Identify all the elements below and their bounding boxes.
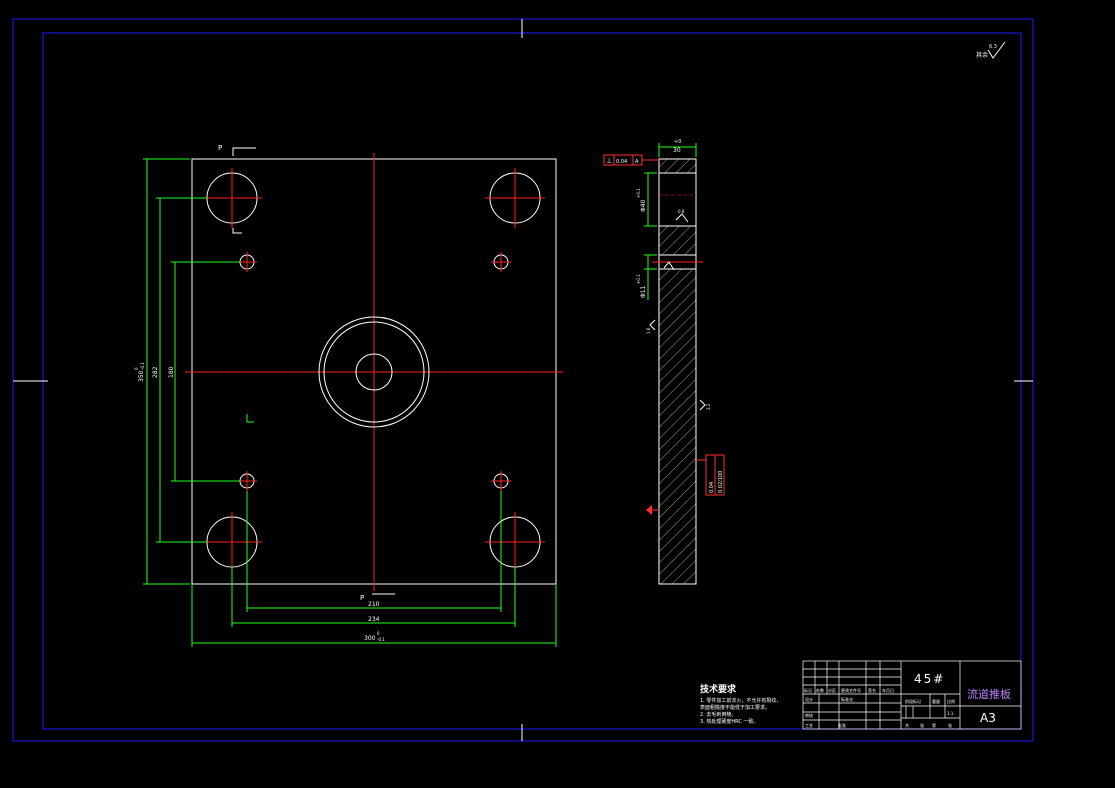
tb-std: 标准化 [841, 696, 853, 702]
cad-drawing-canvas: 其余 6.3 P P 210 234 300 0 -0.1 350 0 -0.1… [12, 18, 1034, 742]
dim-300-tol-upper: 0 [377, 631, 380, 636]
perp-value: 0.02/100 [718, 471, 724, 493]
tb-count: 处数 [816, 687, 824, 693]
side-bore-tol: +0.1 [636, 188, 641, 198]
tb-sheet: 共 [905, 722, 909, 728]
side-view-section [652, 158, 703, 585]
dim-350-tol-lower: -0.1 [140, 362, 145, 370]
tb-sheet4: 张 [948, 722, 952, 728]
flatness-value: 0.04 [616, 159, 627, 165]
tb-weight: 重量 [932, 698, 940, 704]
flatness-datum: A [635, 159, 639, 165]
side-thickness: 30 [673, 147, 681, 154]
tb-review: 审核 [805, 712, 813, 718]
sheet-size-label: A3 [980, 711, 996, 725]
section-mark-top: P [218, 144, 222, 152]
tech-req-title: 技术要求 [700, 683, 737, 695]
tb-zone: 分区 [828, 687, 836, 693]
tb-doc: 更改文件号 [841, 687, 861, 693]
roughness-b: 1.6 [646, 327, 651, 334]
material-label: 45# [914, 672, 945, 686]
dim-282: 282 [152, 366, 159, 378]
tb-approve: 批准 [838, 722, 846, 728]
datum-a-mark [646, 505, 659, 515]
outer-border [12, 18, 1034, 742]
side-thickness-tol: +0 [674, 139, 681, 145]
parallelism-frame: 0.04 0.02/100 [696, 454, 725, 496]
finish-value: 6.3 [989, 44, 997, 50]
finish-prefix: 其余 [976, 51, 988, 59]
tb-scale-value: 1:1 [947, 711, 954, 716]
dim-234: 234 [368, 616, 380, 623]
dim-300-tol-lower: -0.1 [377, 637, 385, 642]
dim-350: 350 [138, 370, 145, 382]
tech-req-2: 2. 去毛刺倒棱。 [700, 711, 736, 718]
front-view: P P [185, 144, 563, 602]
tb-date: 年月日 [882, 687, 894, 693]
surface-finish-mark: 其余 6.3 [976, 41, 1006, 59]
tb-sheet3: 第 [932, 722, 936, 728]
front-dimensions [143, 158, 557, 647]
tb-process: 工艺 [805, 723, 813, 728]
roughness-c: 3.2 [706, 403, 711, 410]
dim-210: 210 [368, 601, 380, 608]
side-small-bore-dia: Φ11 [640, 285, 647, 298]
part-name-label: 流道推板 [967, 687, 1011, 701]
dim-300: 300 [364, 635, 376, 642]
dim-180: 180 [168, 366, 175, 378]
tb-stage: 阶段标记 [905, 698, 921, 704]
tb-sheet2: 张 [920, 722, 924, 728]
side-bore-dia: Φ40 [640, 199, 647, 212]
technical-requirements: 技术要求 1. 零件加工前淬火，不允许有裂纹、 表面粗糙度不能低于加工要求。 2… [700, 683, 781, 725]
tech-req-1b: 表面粗糙度不能低于加工要求。 [700, 704, 770, 711]
perpendicularity-frame: ⊥ 0.04 A [603, 154, 659, 166]
tb-mark: 标记 [804, 687, 812, 693]
inner-border [42, 32, 1022, 730]
tb-designer: 设计 [805, 696, 813, 702]
svg-text:⊥: ⊥ [606, 157, 612, 165]
parallel-value: 0.04 [709, 482, 715, 493]
tech-req-1: 1. 零件加工前淬火，不允许有裂纹、 [700, 697, 781, 704]
tb-sign: 签名 [868, 687, 876, 693]
centering-marks [13, 19, 1033, 741]
tb-scale: 比例 [947, 698, 955, 704]
dim-350-tol-upper: 0 [134, 367, 139, 370]
section-mark-bottom: P [360, 594, 364, 602]
tech-req-3: 3. 热处理硬度HRC 一致。 [700, 718, 758, 725]
side-small-bore-tol: +0.1 [636, 274, 641, 284]
roughness-a: 0.8 [678, 209, 685, 214]
